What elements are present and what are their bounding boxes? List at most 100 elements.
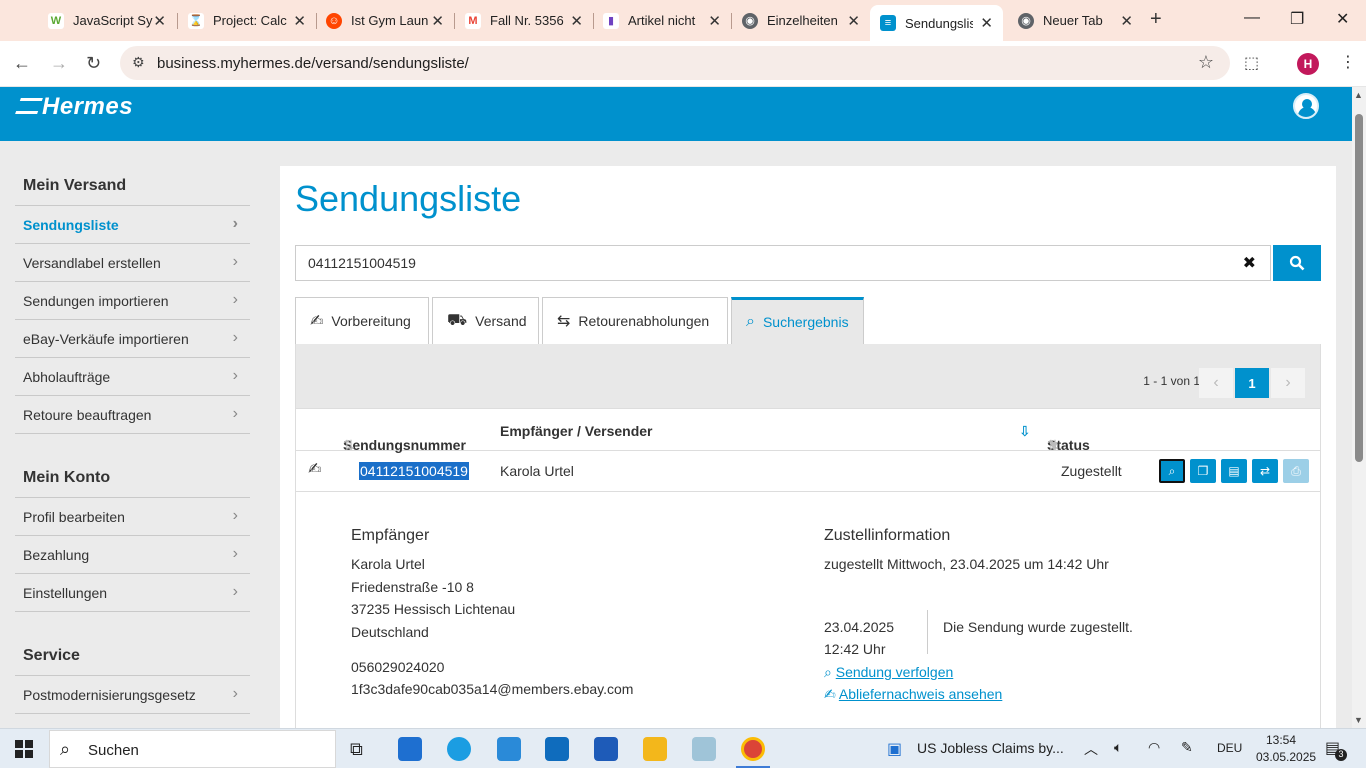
tab-versand[interactable]: ⛟ Versand (432, 297, 539, 344)
page-button[interactable]: 1 (1235, 368, 1269, 398)
wifi-icon[interactable]: ◠ (1148, 739, 1160, 756)
sidebar-item-profil[interactable]: Profil bearbeiten (15, 498, 250, 536)
extensions-icon[interactable]: ⬚ (1244, 53, 1259, 73)
browser-tab[interactable]: ▮ Artikel nicht ✕ (593, 5, 731, 36)
site-settings-icon[interactable]: ⚙ (132, 54, 145, 71)
chevron-up-icon[interactable]: ︿ (1084, 739, 1098, 759)
col-empfaenger[interactable]: Empfänger / Versender (500, 423, 653, 439)
user-account-icon[interactable] (1293, 93, 1319, 119)
browser-menu-icon[interactable]: ⋮ (1340, 52, 1356, 72)
url-text[interactable]: business.myhermes.de/versand/sendungslis… (157, 55, 469, 72)
sort-active-icon[interactable]: ⇩ (1019, 423, 1031, 440)
tab-suchergebnis[interactable]: ⌕ Suchergebnis (731, 297, 864, 344)
sidebar-item-retoure[interactable]: Retoure beauftragen (15, 396, 250, 434)
word-icon[interactable] (594, 737, 618, 761)
browser-tab[interactable]: ◉ Neuer Tab ✕ (1008, 5, 1143, 36)
browser-tab[interactable]: ◉ Einzelheiten ✕ (732, 5, 870, 36)
page-scrollbar[interactable]: ▲ ▼ (1352, 87, 1366, 728)
search-icon (1289, 255, 1305, 271)
sidebar-item-abholauftraege[interactable]: Abholaufträge (15, 358, 250, 396)
task-view-icon[interactable]: ⧉ (350, 739, 363, 760)
sidebar-item-postmodernisierung[interactable]: Postmodernisierungsgesetz (15, 676, 250, 714)
explorer-icon[interactable] (643, 737, 667, 761)
notes-icon[interactable] (692, 737, 716, 761)
close-icon[interactable]: ✕ (708, 12, 721, 30)
window-close-icon[interactable]: ✕ (1336, 9, 1349, 29)
tab-retourenabholungen[interactable]: ⇆ Retourenabholungen (542, 297, 728, 344)
print-icon: ⎙ (1291, 463, 1301, 478)
news-widget[interactable]: US Jobless Claims by... (917, 740, 1064, 756)
omnibox[interactable]: ⚙ business.myhermes.de/versand/sendungsl… (120, 46, 1230, 80)
shipment-number[interactable]: 04112151004519 (359, 462, 469, 480)
recipient-email: 1f3c3dafe90cab035a14@members.ebay.com (351, 681, 634, 697)
sidebar-item-import[interactable]: Sendungen importieren (15, 282, 250, 320)
minimize-icon[interactable]: — (1244, 9, 1260, 27)
bookmark-star-icon[interactable]: ☆ (1198, 52, 1214, 73)
chrome-icon[interactable] (741, 737, 765, 761)
event-time: 12:42 Uhr (824, 641, 886, 657)
proof-link[interactable]: ✍ Abliefernachweis ansehen (824, 686, 1002, 703)
taskbar-search[interactable]: ⌕ Suchen (49, 730, 336, 768)
scroll-down-icon[interactable]: ▼ (1354, 715, 1363, 725)
browser-tab[interactable]: M Fall Nr. 5356 ✕ (455, 5, 593, 36)
hermes-logo[interactable]: Hermes (15, 93, 133, 121)
chrome-icon: ◉ (1018, 12, 1034, 29)
track-link[interactable]: ⌕ Sendung verfolgen (824, 664, 953, 681)
browser-tab[interactable]: W JavaScript Sy ✕ (38, 5, 176, 36)
windows-start-icon[interactable] (15, 740, 33, 758)
browser-tab[interactable]: ☺ Ist Gym Laun ✕ (316, 5, 454, 36)
prev-page-button[interactable]: ‹ (1199, 368, 1233, 398)
close-icon[interactable]: ✕ (293, 12, 306, 30)
language-indicator[interactable]: DEU (1217, 741, 1242, 755)
reload-icon[interactable]: ↻ (86, 53, 101, 74)
news-icon[interactable]: ▣ (887, 739, 902, 759)
search-input[interactable] (308, 255, 1208, 271)
pen-icon[interactable]: ✎ (1181, 739, 1193, 756)
clock-date[interactable]: 03.05.2025 (1256, 750, 1316, 764)
close-icon[interactable]: ✕ (431, 12, 444, 30)
logo-lines-icon (15, 98, 43, 114)
close-icon[interactable]: ✕ (1120, 12, 1133, 30)
store-icon[interactable] (398, 737, 422, 761)
clear-icon[interactable]: ✖ (1243, 253, 1256, 273)
sidebar: Mein Versand Sendungsliste Versandlabel … (15, 141, 250, 714)
sidebar-item-einstellungen[interactable]: Einstellungen (15, 574, 250, 612)
return-button[interactable]: ⇄ (1252, 459, 1278, 483)
search-button[interactable] (1273, 245, 1321, 281)
outlook-icon[interactable] (545, 737, 569, 761)
sidebar-heading: Service (15, 612, 250, 676)
back-icon[interactable]: ← (13, 53, 31, 74)
sidebar-item-versandlabel[interactable]: Versandlabel erstellen (15, 244, 250, 282)
print-button[interactable]: ⎙ (1283, 459, 1309, 483)
new-tab-icon[interactable]: + (1150, 8, 1162, 31)
notification-badge: 3 (1335, 749, 1347, 761)
browser-tab-active[interactable]: ≡ Sendungsliste ✕ (870, 5, 1003, 41)
sidebar-item-bezahlung[interactable]: Bezahlung (15, 536, 250, 574)
sidebar-item-sendungsliste[interactable]: Sendungsliste (15, 206, 250, 244)
close-icon[interactable]: ✕ (980, 14, 993, 32)
sidebar-item-ebay-import[interactable]: eBay-Verkäufe importieren (15, 320, 250, 358)
restore-icon[interactable]: ❐ (1290, 9, 1304, 29)
scroll-up-icon[interactable]: ▲ (1354, 90, 1363, 100)
forward-icon[interactable]: → (50, 53, 68, 74)
search-icon: ⌕ (60, 739, 71, 759)
recipient-city: 37235 Hessisch Lichtenau (351, 601, 516, 617)
app-icon[interactable] (497, 737, 521, 761)
next-page-button[interactable]: › (1271, 368, 1305, 398)
volume-icon[interactable]: 🔈︎ (1114, 739, 1122, 756)
table-row[interactable]: ✍ 04112151004519 Karola Urtel Zugestellt… (295, 451, 1321, 492)
edge-icon[interactable] (447, 737, 471, 761)
details-button[interactable]: ⌕ (1159, 459, 1185, 483)
delivery-summary: zugestellt Mittwoch, 23.04.2025 um 14:42… (824, 556, 1109, 572)
close-icon[interactable]: ✕ (153, 12, 166, 30)
profile-avatar[interactable]: H (1297, 53, 1319, 75)
clipboard-button[interactable]: ▤ (1221, 459, 1247, 483)
clock-time[interactable]: 13:54 (1266, 733, 1296, 747)
scrollbar-thumb[interactable] (1355, 114, 1363, 462)
copy-button[interactable]: ❐ (1190, 459, 1216, 483)
results-toolbar: 1 - 1 von 1 ‹ 1 › (295, 344, 1321, 409)
tab-vorbereitung[interactable]: ✍ Vorbereitung (295, 297, 429, 344)
close-icon[interactable]: ✕ (570, 12, 583, 30)
close-icon[interactable]: ✕ (847, 12, 860, 30)
browser-tab[interactable]: ⌛ Project: Calc ✕ (178, 5, 316, 36)
